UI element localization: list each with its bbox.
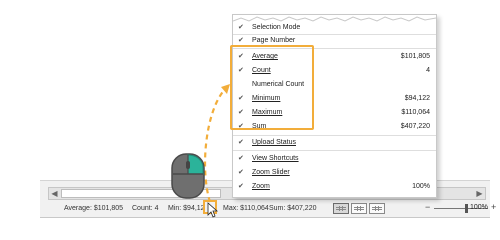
- annotation-overlay: [203, 84, 230, 218]
- dashed-arrow: [203, 87, 227, 203]
- arrowhead-icon: [221, 84, 230, 94]
- mouse-pointer-icon: [207, 202, 219, 218]
- mouse-icon: [171, 153, 205, 199]
